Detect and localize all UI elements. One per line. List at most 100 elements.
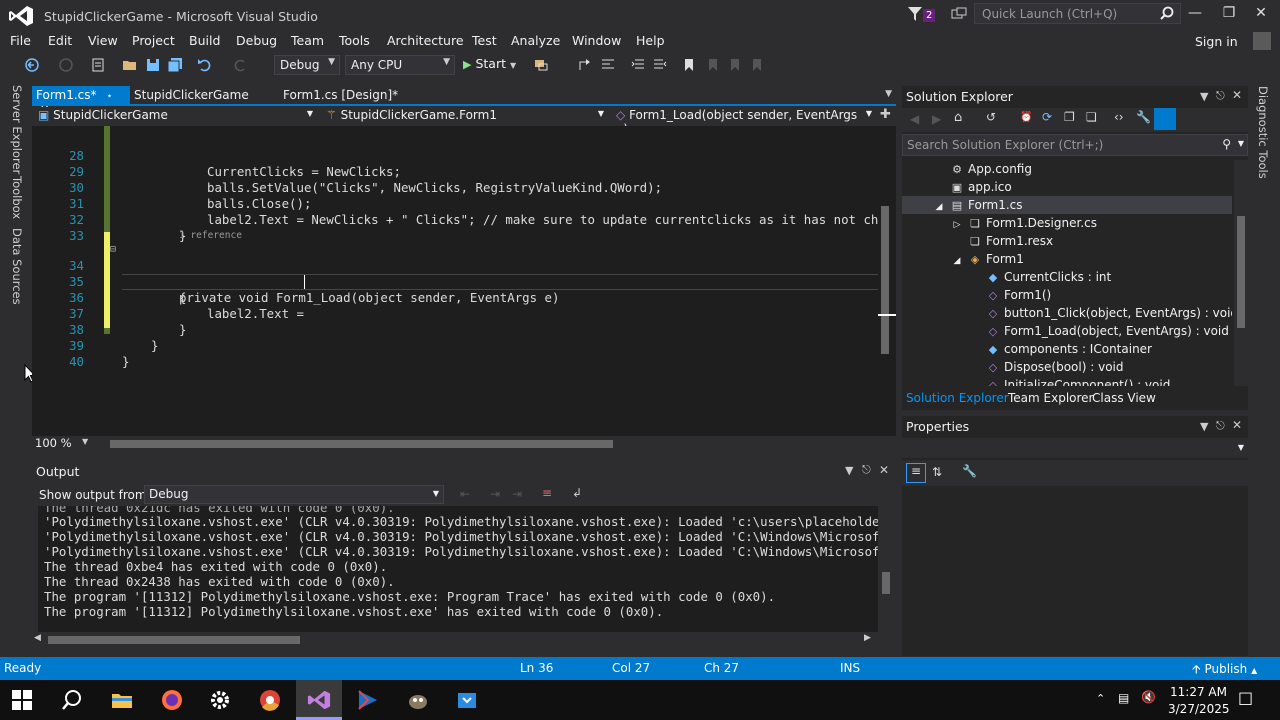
properties-wrench-icon[interactable]: 🔧 <box>1136 110 1151 124</box>
close-icon[interactable]: ✕ <box>1232 418 1242 432</box>
scroll-right-icon[interactable]: ▶ <box>864 633 871 643</box>
menu-edit[interactable]: Edit <box>48 33 72 48</box>
scroll-thumb[interactable] <box>1237 216 1245 328</box>
tab-team-explorer[interactable]: Team Explorer <box>1004 390 1098 406</box>
show-all-files-icon[interactable]: ❏ <box>1086 110 1097 124</box>
output-source-dropdown[interactable]: Debug ▼ <box>144 485 444 504</box>
find-previous-icon[interactable]: ⇤ <box>460 487 470 501</box>
notification-badge[interactable]: 2 <box>923 9 936 22</box>
collapse-icon[interactable]: ⊟ <box>110 242 116 258</box>
clock-date[interactable]: 3/27/2025 <box>1168 702 1230 716</box>
back-icon[interactable]: ◀ <box>910 112 919 126</box>
solution-explorer-search-input[interactable]: Search Solution Explorer (Ctrl+;) ⚲ ▼ <box>902 134 1248 156</box>
notification-filter-icon[interactable] <box>908 6 922 22</box>
output-vertical-scrollbar[interactable] <box>878 506 896 632</box>
close-button[interactable]: ✕ <box>1246 5 1276 25</box>
panel-menu-icon[interactable]: ▼ <box>1200 420 1208 433</box>
word-wrap-icon[interactable]: ↲ <box>572 486 582 500</box>
bookmark-prev-icon[interactable] <box>705 57 721 73</box>
chevron-up-icon[interactable]: ⌃ <box>1096 692 1105 705</box>
output-horizontal-scrollbar[interactable]: ◀ ▶ <box>32 632 896 648</box>
editor-horizontal-scrollbar[interactable]: 100 % ▼ <box>32 436 896 452</box>
tree-item-member[interactable]: ◆ components : IContainer <box>986 340 1152 358</box>
clear-all-icon[interactable]: ≡ <box>542 486 552 500</box>
menu-project[interactable]: Project <box>132 33 175 48</box>
menu-test[interactable]: Test <box>472 33 497 48</box>
menu-view[interactable]: View <box>88 33 118 48</box>
pin-icon[interactable]: ⎋ <box>1216 89 1225 103</box>
toolbox-tab[interactable]: Toolbox <box>10 176 24 219</box>
bookmark-icon[interactable] <box>681 57 697 73</box>
tree-item-app-ico[interactable]: ▣ app.ico <box>950 178 1012 196</box>
pin-icon[interactable]: ⎋ <box>1216 419 1225 433</box>
editor-vertical-scrollbar[interactable] <box>878 126 896 436</box>
pin-icon[interactable]: ⋆ <box>106 91 112 102</box>
bookmark-clear-icon[interactable] <box>749 57 765 73</box>
forward-icon[interactable] <box>58 57 74 73</box>
data-sources-tab[interactable]: Data Sources <box>10 228 24 305</box>
scroll-thumb[interactable] <box>882 572 890 594</box>
publish-button[interactable]: 🡩 Publish ▲ <box>1192 660 1257 681</box>
new-project-icon[interactable] <box>90 57 106 73</box>
firefox-icon[interactable] <box>160 688 184 712</box>
bookmark-next-icon[interactable] <box>727 57 743 73</box>
user-icon[interactable] <box>1253 32 1271 50</box>
go-to-location-icon[interactable]: ⇥ <box>512 487 522 501</box>
menu-team[interactable]: Team <box>291 33 324 48</box>
undo-icon[interactable] <box>197 57 213 73</box>
back-icon[interactable] <box>24 57 40 73</box>
collapse-all-icon[interactable]: ❐ <box>1064 110 1075 124</box>
panel-menu-icon[interactable]: ▼ <box>845 464 853 477</box>
blend-icon[interactable] <box>356 688 380 712</box>
tree-item-app-config[interactable]: ⚙ App.config <box>950 160 1032 178</box>
class-dropdown[interactable]: ⚚ StupidClickerGame.Form1 ▼ <box>322 107 608 126</box>
tree-item-member[interactable]: ◇ InitializeComponent() : void <box>986 376 1171 386</box>
outdent-icon[interactable] <box>652 57 668 73</box>
open-file-icon[interactable] <box>122 57 138 73</box>
menu-debug[interactable]: Debug <box>236 33 277 48</box>
sync-icon[interactable]: ↺ <box>986 110 996 124</box>
menu-file[interactable]: File <box>10 33 31 48</box>
gimp-icon[interactable] <box>406 688 430 712</box>
tab-list-dropdown-icon[interactable]: ▼ <box>885 89 892 99</box>
feedback-icon[interactable] <box>951 7 967 23</box>
zoom-level[interactable]: 100 % <box>35 436 72 450</box>
preview-selected-button[interactable] <box>1154 108 1176 130</box>
comment-out-icon[interactable] <box>600 57 616 73</box>
properties-object-selector[interactable]: ▼ <box>902 438 1248 458</box>
search-icon[interactable] <box>60 688 84 712</box>
menu-build[interactable]: Build <box>189 33 220 48</box>
action-center-icon[interactable]: □ <box>1238 688 1253 707</box>
forward-icon[interactable]: ▶ <box>932 112 941 126</box>
tab-form1-design[interactable]: Form1.cs [Design]* <box>279 86 402 106</box>
settings-gear-icon[interactable] <box>208 688 232 712</box>
codelens-reference[interactable]: 1 reference <box>179 230 242 241</box>
quick-launch-input[interactable]: Quick Launch (Ctrl+Q) <box>974 3 1181 24</box>
tree-item-member[interactable]: ◇ Form1_Load(object, EventArgs) : void <box>986 322 1229 340</box>
platform-dropdown[interactable]: Any CPU ▼ <box>345 55 455 75</box>
close-icon[interactable]: ✕ <box>879 463 889 477</box>
menu-window[interactable]: Window <box>572 33 621 48</box>
sign-in-link[interactable]: Sign in <box>1195 34 1238 49</box>
tree-item-member[interactable]: ◇ Dispose(bool) : void <box>986 358 1124 376</box>
member-dropdown[interactable]: ◇ Form1_Load(object sender, EventArgs e)… <box>612 107 876 136</box>
tree-vertical-scrollbar[interactable] <box>1234 160 1248 386</box>
save-icon[interactable] <box>145 57 161 73</box>
tab-solution-explorer[interactable]: Solution Explorer <box>902 390 1013 406</box>
tree-item-form1-designer[interactable]: ▷ ❏ Form1.Designer.cs <box>950 214 1097 232</box>
configuration-dropdown[interactable]: Debug ▼ <box>274 55 340 75</box>
scroll-thumb[interactable] <box>881 206 889 354</box>
start-debugging-button[interactable]: ▶ Start ▼ <box>463 56 516 71</box>
visual-studio-taskbar-icon[interactable] <box>307 688 331 712</box>
view-code-icon[interactable]: ‹› <box>1114 110 1124 124</box>
property-pages-icon[interactable]: 🔧 <box>962 464 977 478</box>
tree-item-form1-resx[interactable]: ❏ Form1.resx <box>968 232 1053 250</box>
redo-icon[interactable] <box>232 57 248 73</box>
tab-stupidclickergame[interactable]: StupidClickerGame <box>130 86 253 106</box>
volume-muted-icon[interactable]: 🔇 <box>1141 690 1156 704</box>
network-icon[interactable]: ▤ <box>1118 691 1129 705</box>
scroll-thumb[interactable] <box>48 636 300 644</box>
scroll-left-icon[interactable]: ◀ <box>34 633 41 643</box>
menu-architecture[interactable]: Architecture <box>387 33 464 48</box>
split-editor-icon[interactable]: ✚ <box>880 107 891 122</box>
